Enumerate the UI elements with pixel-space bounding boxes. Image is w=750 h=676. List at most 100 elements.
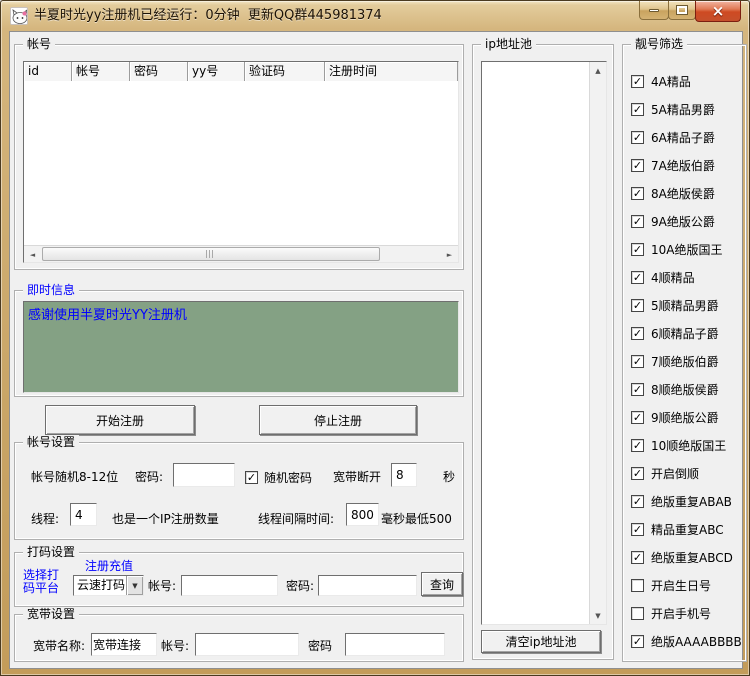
ip-pool-vscrollbar[interactable]: ▲ ▼: [589, 62, 606, 624]
filter-checkbox-16[interactable]: ✓ 精品重复ABC: [631, 515, 742, 543]
filter-checkbox-3[interactable]: ✓7A绝版伯爵: [631, 151, 742, 179]
filter-checkbox-20[interactable]: ✓绝版AAAABBBB: [631, 627, 742, 655]
filter-checkbox-5[interactable]: ✓9A绝版公爵: [631, 207, 742, 235]
query-button[interactable]: 查询: [421, 572, 463, 596]
accounts-table-header: id帐号密码yy号验证码注册时间: [24, 62, 458, 81]
checkbox-checked-icon: ✓: [631, 467, 644, 480]
ip-pool-group: ip地址池 ▲ ▼ 清空ip地址池: [472, 44, 614, 660]
column-header-0[interactable]: id: [24, 62, 72, 81]
filter-label: 4A精品: [651, 73, 691, 90]
captcha-account-label: 帐号:: [148, 579, 176, 593]
filter-checkbox-10[interactable]: ✓7顺绝版伯爵: [631, 347, 742, 375]
captcha-password-input[interactable]: [318, 575, 417, 596]
hscroll-thumb[interactable]: [42, 247, 380, 261]
broadband-name-input[interactable]: [91, 633, 157, 656]
filter-checkbox-2[interactable]: ✓6A精品子爵: [631, 123, 742, 151]
accounts-table[interactable]: id帐号密码yy号验证码注册时间 ◄ ►: [23, 61, 459, 263]
filter-checkbox-1[interactable]: ✓5A精品男爵: [631, 95, 742, 123]
filter-checkbox-14[interactable]: ✓ 开启倒顺: [631, 459, 742, 487]
column-header-2[interactable]: 密码: [130, 62, 188, 81]
broadband-settings-group: 宽带设置 宽带名称: 帐号: 密码: [14, 614, 464, 662]
random-password-checkbox[interactable]: ✓ 随机密码: [245, 469, 312, 486]
filter-label: 8顺绝版侯爵: [651, 381, 719, 398]
message-text: 感谢使用半夏时光YY注册机: [28, 308, 187, 323]
filter-label: 精品重复ABC: [651, 521, 724, 538]
filter-checkbox-15[interactable]: ✓绝版重复ABAB: [631, 487, 742, 515]
filter-checkbox-6[interactable]: ✓10A绝版国王: [631, 235, 742, 263]
account-settings-group: 帐号设置 帐号随机8-12位 密码: ✓ 随机密码 宽带断开 秒 线程: 也是一…: [14, 442, 464, 540]
filter-label: 9顺绝版公爵: [651, 409, 719, 426]
accounts-group: 帐号 id帐号密码yy号验证码注册时间 ◄ ►: [14, 44, 464, 270]
thread-count-input[interactable]: [70, 503, 97, 526]
close-icon: ×: [712, 4, 725, 19]
clear-ip-pool-button[interactable]: 清空ip地址池: [481, 630, 601, 653]
checkbox-checked-icon: ✓: [631, 635, 644, 648]
filter-checkbox-11[interactable]: ✓ 8顺绝版侯爵: [631, 375, 742, 403]
start-register-button[interactable]: 开始注册: [45, 405, 195, 435]
recharge-link[interactable]: 注册充值: [85, 560, 133, 573]
stop-register-button[interactable]: 停止注册: [259, 405, 417, 435]
filter-checkbox-4[interactable]: ✓8A绝版侯爵: [631, 179, 742, 207]
filter-checkbox-12[interactable]: ✓ 9顺绝版公爵: [631, 403, 742, 431]
scroll-down-icon[interactable]: ▼: [590, 607, 606, 624]
filter-label: 绝版重复ABAB: [651, 493, 732, 510]
accounts-table-body[interactable]: [24, 81, 458, 245]
checkbox-checked-icon: ✓: [631, 243, 644, 256]
filter-checkbox-19[interactable]: 开启手机号: [631, 599, 742, 627]
grip-icon: [206, 250, 215, 258]
ip-pool-list[interactable]: ▲ ▼: [481, 61, 607, 625]
column-header-1[interactable]: 帐号: [72, 62, 130, 81]
filter-checkbox-0[interactable]: ✓4A精品: [631, 67, 742, 95]
filter-label: 5A精品男爵: [651, 101, 715, 118]
filter-label: 6A精品子爵: [651, 129, 715, 146]
broadband-password-input[interactable]: [345, 633, 445, 656]
broadband-settings-label: 宽带设置: [23, 607, 79, 621]
filter-label: 10顺绝版国王: [651, 437, 726, 454]
broadband-account-input[interactable]: [195, 633, 299, 656]
column-header-4[interactable]: 验证码: [245, 62, 325, 81]
interval-input[interactable]: [346, 503, 379, 526]
filter-checkbox-17[interactable]: ✓绝版重复ABCD: [631, 543, 742, 571]
close-button[interactable]: ×: [695, 1, 741, 22]
checkbox-checked-icon: ✓: [631, 215, 644, 228]
maximize-button[interactable]: [668, 1, 696, 20]
checkbox-checked-icon: ✓: [631, 523, 644, 536]
checkbox-unchecked-icon: [631, 607, 644, 620]
accounts-hscrollbar[interactable]: ◄ ►: [24, 245, 458, 262]
column-header-3[interactable]: yy号: [188, 62, 245, 81]
filter-checkbox-13[interactable]: ✓10顺绝版国王: [631, 431, 742, 459]
filter-label: 开启倒顺: [651, 465, 699, 482]
filter-label: 7顺绝版伯爵: [651, 353, 719, 370]
scroll-left-icon[interactable]: ◄: [24, 246, 41, 263]
minimize-button[interactable]: [639, 1, 669, 20]
scroll-right-icon[interactable]: ►: [441, 246, 458, 263]
chevron-down-icon[interactable]: ▼: [126, 576, 143, 595]
interval-note: 毫秒最低500: [381, 512, 452, 526]
disconnect-label: 宽带断开: [333, 470, 381, 484]
captcha-account-input[interactable]: [181, 575, 278, 596]
filter-label: 开启手机号: [651, 605, 711, 622]
password-label: 密码:: [135, 470, 163, 484]
title-bar[interactable]: 半夏时光yy注册机已经运行：0分钟 更新QQ群445981374 ×: [1, 1, 749, 31]
filter-checkbox-8[interactable]: ✓ 5顺精品男爵: [631, 291, 742, 319]
disconnect-seconds-input[interactable]: [391, 463, 417, 487]
checkbox-check-icon: ✓: [245, 471, 258, 484]
random-account-hint: 帐号随机8-12位: [31, 470, 118, 484]
filter-label: 开启生日号: [651, 577, 711, 594]
scroll-up-icon[interactable]: ▲: [590, 62, 606, 79]
checkbox-checked-icon: ✓: [631, 299, 644, 312]
checkbox-checked-icon: ✓: [631, 411, 644, 424]
platform-link[interactable]: 选择打码平台: [23, 569, 69, 595]
captcha-password-label: 密码:: [286, 579, 314, 593]
filter-checkbox-7[interactable]: ✓4顺精品: [631, 263, 742, 291]
filter-checkbox-18[interactable]: 开启生日号: [631, 571, 742, 599]
checkbox-checked-icon: ✓: [631, 383, 644, 396]
filter-label: 5顺精品男爵: [651, 297, 719, 314]
checkbox-checked-icon: ✓: [631, 271, 644, 284]
captcha-platform-combo[interactable]: 云速打码 ▼: [73, 575, 144, 596]
filter-checkbox-9[interactable]: ✓6顺精品子爵: [631, 319, 742, 347]
interval-label: 线程间隔时间:: [258, 512, 334, 526]
password-input[interactable]: [173, 463, 235, 487]
column-header-5[interactable]: 注册时间: [325, 62, 458, 81]
message-box[interactable]: 感谢使用半夏时光YY注册机: [23, 301, 459, 393]
